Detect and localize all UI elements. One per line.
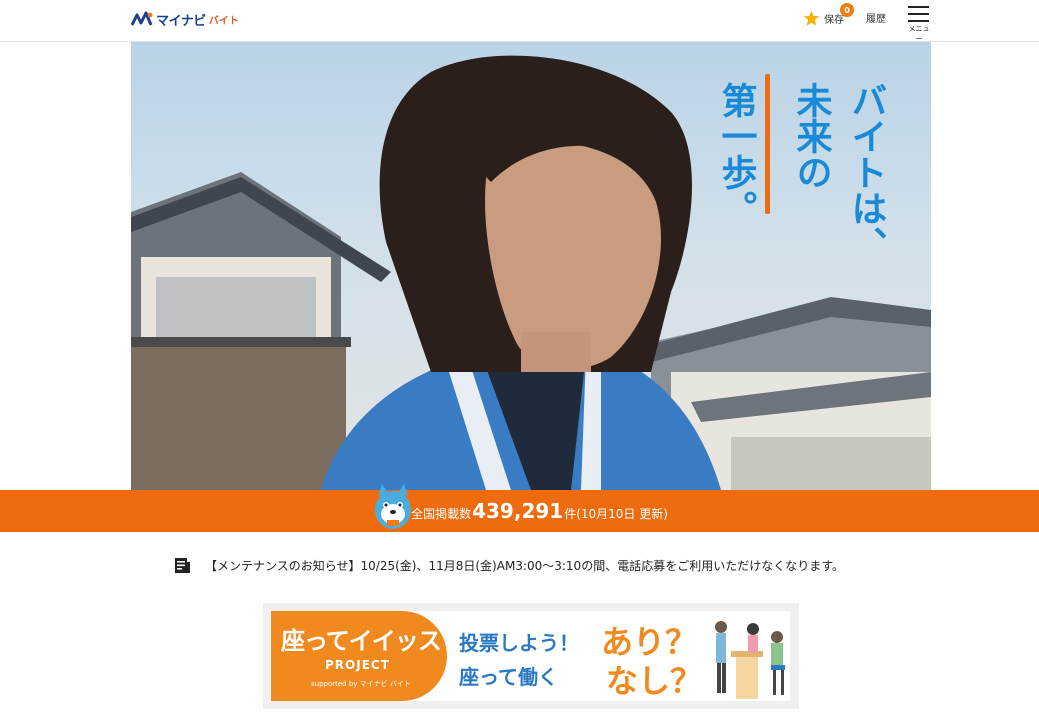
job-count-number: 439,291 bbox=[472, 499, 564, 523]
menu-button[interactable]: メニュー bbox=[906, 5, 932, 43]
site-logo[interactable]: マイナビ バイト bbox=[131, 9, 239, 29]
hero-headline: バイトは、 未来の 第一歩。 bbox=[716, 82, 887, 262]
hero-copy-line2: 未来の bbox=[791, 82, 833, 190]
hero-visual: バイトは、 未来の 第一歩。 bbox=[131, 42, 931, 490]
mascot-icon bbox=[375, 484, 411, 529]
menu-label: メニュー bbox=[908, 25, 930, 43]
project-logo: 座ってイイッス PROJECT supported by マイナビ バイト bbox=[271, 611, 447, 701]
news-icon bbox=[175, 558, 190, 573]
project-banner[interactable]: 座ってイイッス PROJECT supported by マイナビ バイト 投票… bbox=[263, 603, 799, 709]
job-count-bar: 全国掲載数 439,291 件 (10月10日 更新) bbox=[0, 484, 1039, 532]
hero-copy-line3: 第一歩。 bbox=[716, 82, 758, 226]
save-count-badge: 0 bbox=[840, 3, 854, 17]
project-supported: supported by マイナビ バイト bbox=[311, 680, 411, 688]
logo-mark-icon bbox=[131, 11, 153, 26]
banner-illustration bbox=[715, 621, 785, 699]
project-title: 座ってイイッス bbox=[281, 627, 442, 655]
hero-accent-bar bbox=[765, 74, 770, 214]
job-count-updated: (10月10日 更新) bbox=[576, 507, 668, 521]
project-label: PROJECT bbox=[325, 658, 390, 672]
menu-bar-icon bbox=[908, 13, 929, 15]
job-count-text: 全国掲載数 439,291 件 (10月10日 更新) bbox=[411, 499, 668, 523]
hero-illustration: バイトは、 未来の 第一歩。 bbox=[131, 55, 931, 490]
logo-name: マイナビ bbox=[156, 13, 206, 29]
job-count-unit: 件 bbox=[564, 507, 577, 521]
site-header: マイナビ バイト 保存 0 履歴 メニュー bbox=[0, 0, 1039, 43]
job-count-label: 全国掲載数 bbox=[411, 507, 472, 521]
menu-bar-icon bbox=[908, 6, 929, 8]
project-banner-inner: 座ってイイッス PROJECT supported by マイナビ バイト 投票… bbox=[271, 611, 790, 701]
maintenance-notice-text: 【メンテナンスのお知らせ】10/25(金)、11月8日(金)AM3:00～3:1… bbox=[205, 559, 844, 573]
logo-sub: バイト bbox=[208, 15, 239, 27]
banner-vote-text: 投票しよう！ bbox=[459, 631, 579, 655]
banner-sit-text: 座って働く bbox=[459, 665, 558, 689]
banner-nashi-text: なし？ bbox=[606, 662, 703, 700]
maintenance-notice[interactable]: 【メンテナンスのお知らせ】10/25(金)、11月8日(金)AM3:00～3:1… bbox=[174, 557, 844, 574]
menu-bar-icon bbox=[908, 20, 929, 22]
hero-copy-line1: バイトは、 bbox=[846, 82, 887, 262]
star-icon bbox=[803, 10, 820, 26]
save-button[interactable]: 保存 0 bbox=[803, 3, 854, 29]
history-link[interactable]: 履歴 bbox=[866, 10, 886, 25]
